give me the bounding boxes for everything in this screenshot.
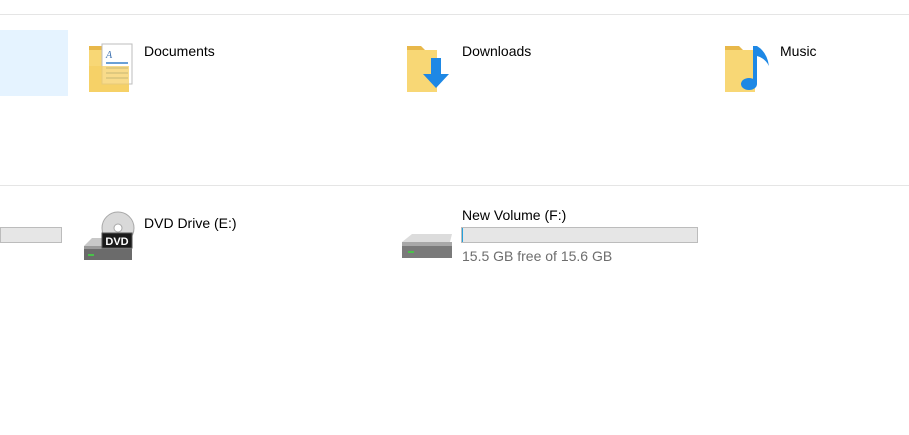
dvd-drive-icon: DVD <box>80 210 136 264</box>
drive-new-volume-usage-bar <box>461 227 698 243</box>
selected-folder-tile[interactable] <box>0 30 68 96</box>
svg-text:DVD: DVD <box>105 236 128 248</box>
partial-drive-usage-bar <box>0 227 62 243</box>
drive-new-volume-free-space: 15.5 GB free of 15.6 GB <box>462 248 613 264</box>
music-folder-icon <box>722 36 770 94</box>
drive-new-volume-usage-fill <box>462 228 464 242</box>
this-pc-content: A Documents Downloads Music DVD DVD Driv… <box>0 0 909 435</box>
hard-drive-icon <box>398 230 456 262</box>
folder-downloads[interactable]: Downloads <box>398 30 698 96</box>
folder-music-label: Music <box>780 43 817 59</box>
folder-downloads-label: Downloads <box>462 43 532 59</box>
folder-documents[interactable]: A Documents <box>80 30 380 96</box>
drive-dvd[interactable]: DVD DVD Drive (E:) <box>78 206 378 266</box>
drive-new-volume[interactable]: New Volume (F:) 15.5 GB free of 15.6 GB <box>396 204 706 266</box>
drive-dvd-label: DVD Drive (E:) <box>144 215 237 231</box>
documents-folder-icon: A <box>86 36 134 94</box>
svg-text:A: A <box>105 50 113 61</box>
folder-documents-label: Documents <box>144 43 215 59</box>
section-divider <box>0 185 909 186</box>
downloads-folder-icon <box>404 36 452 94</box>
folder-music[interactable]: Music <box>716 30 906 96</box>
drive-new-volume-label: New Volume (F:) <box>462 207 567 223</box>
top-divider <box>0 14 909 15</box>
